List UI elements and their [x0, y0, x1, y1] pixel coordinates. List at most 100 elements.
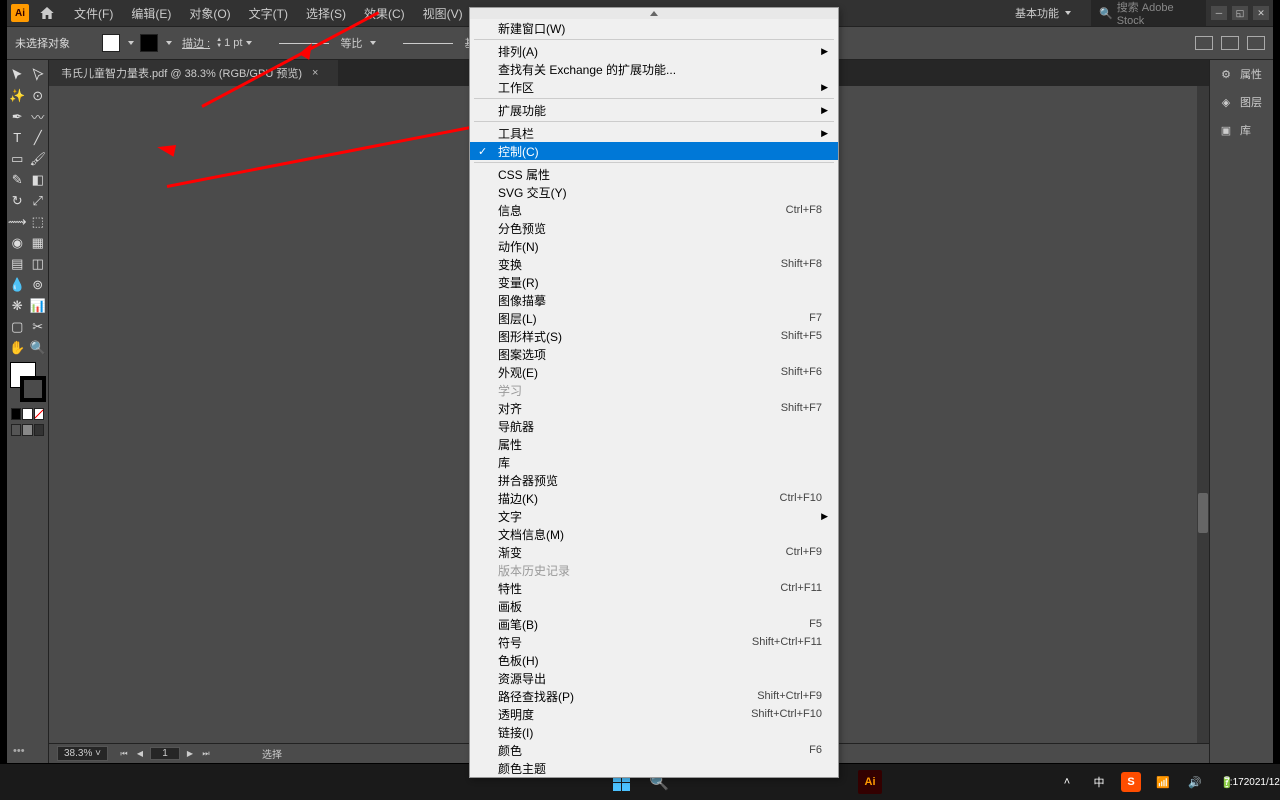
- menu-file[interactable]: 文件(F): [65, 0, 122, 26]
- next-page-icon[interactable]: ▶: [184, 748, 196, 760]
- stroke-label[interactable]: 描边 :: [182, 35, 210, 51]
- toolbox-options[interactable]: •••: [7, 739, 48, 763]
- tray-chevron-icon[interactable]: ˄: [1056, 771, 1078, 793]
- menu-item-B[interactable]: 画笔(B)F5: [470, 615, 838, 633]
- prev-page-icon[interactable]: ◀: [134, 748, 146, 760]
- stroke-swatch[interactable]: [140, 34, 158, 52]
- menu-item-M[interactable]: 文档信息(M): [470, 525, 838, 543]
- zoom-tool[interactable]: 🔍: [28, 337, 49, 358]
- scale-tool[interactable]: ⤢: [28, 190, 49, 211]
- menu-item-[interactable]: 信息Ctrl+F8: [470, 201, 838, 219]
- type-tool[interactable]: T: [7, 127, 28, 148]
- menu-item-W[interactable]: 新建窗口(W): [470, 19, 838, 37]
- menu-item-CSS[interactable]: CSS 属性: [470, 165, 838, 183]
- lasso-tool[interactable]: ⊙: [28, 85, 49, 106]
- menu-item-[interactable]: 分色预览: [470, 219, 838, 237]
- rectangle-tool[interactable]: ▭: [7, 148, 28, 169]
- magic-wand-tool[interactable]: ✨: [7, 85, 28, 106]
- minimize-button[interactable]: ─: [1211, 6, 1227, 20]
- dropdown-scroll-up[interactable]: [470, 8, 838, 19]
- menu-item-[interactable]: 渐变Ctrl+F9: [470, 543, 838, 561]
- hand-tool[interactable]: ✋: [7, 337, 28, 358]
- page-input[interactable]: [150, 747, 180, 760]
- free-transform-tool[interactable]: ⬚: [28, 211, 49, 232]
- menu-item-[interactable]: 符号Shift+Ctrl+F11: [470, 633, 838, 651]
- menu-item-E[interactable]: 外观(E)Shift+F6: [470, 363, 838, 381]
- menu-item-C[interactable]: ✓控制(C): [470, 142, 838, 160]
- color-mode-swatches[interactable]: [7, 406, 48, 422]
- clock[interactable]: 7:172021/12/25: [1248, 771, 1270, 793]
- brush-def[interactable]: [398, 40, 458, 46]
- panel-library[interactable]: ▣库: [1210, 116, 1273, 144]
- menu-view[interactable]: 视图(V): [414, 0, 472, 26]
- mesh-tool[interactable]: ▤: [7, 253, 28, 274]
- fill-stroke-indicator[interactable]: [10, 362, 46, 402]
- home-icon[interactable]: [37, 3, 57, 23]
- menu-item-[interactable]: 对齐Shift+F7: [470, 399, 838, 417]
- menu-item-[interactable]: 工作区▶: [470, 78, 838, 96]
- first-page-icon[interactable]: ⏮: [118, 748, 130, 760]
- menu-item-[interactable]: 导航器: [470, 417, 838, 435]
- menu-item-[interactable]: 画板: [470, 597, 838, 615]
- screen-mode-swatches[interactable]: [7, 422, 48, 438]
- ime-indicator[interactable]: 中: [1088, 771, 1110, 793]
- menu-item-[interactable]: 特性Ctrl+F11: [470, 579, 838, 597]
- menu-item-[interactable]: 库: [470, 453, 838, 471]
- options-icon[interactable]: [1247, 36, 1265, 50]
- fill-swatch[interactable]: [102, 34, 120, 52]
- menu-edit[interactable]: 编辑(E): [122, 0, 180, 26]
- pen-tool[interactable]: ✒: [7, 106, 28, 127]
- stroke-profile[interactable]: [274, 40, 334, 46]
- blend-tool[interactable]: ⊚: [28, 274, 49, 295]
- menu-item-[interactable]: 文字▶: [470, 507, 838, 525]
- selection-tool[interactable]: [7, 64, 28, 85]
- wifi-icon[interactable]: 📶: [1152, 771, 1174, 793]
- menu-item-[interactable]: 透明度Shift+Ctrl+F10: [470, 705, 838, 723]
- panel-properties[interactable]: ⚙属性: [1210, 60, 1273, 88]
- close-tab-icon[interactable]: ×: [312, 67, 318, 79]
- gradient-tool[interactable]: ◫: [28, 253, 49, 274]
- menu-item-R[interactable]: 变量(R): [470, 273, 838, 291]
- shaper-tool[interactable]: ✎: [7, 169, 28, 190]
- menu-item-[interactable]: 资源导出: [470, 669, 838, 687]
- rotate-tool[interactable]: ↻: [7, 190, 28, 211]
- stroke-dropdown[interactable]: [166, 41, 172, 45]
- volume-icon[interactable]: 🔊: [1184, 771, 1206, 793]
- document-tab[interactable]: 韦氏儿童智力量表.pdf @ 38.3% (RGB/GPU 预览)×: [49, 60, 338, 86]
- menu-item-[interactable]: 拼合器预览: [470, 471, 838, 489]
- shape-builder-tool[interactable]: ◉: [7, 232, 28, 253]
- menu-select[interactable]: 选择(S): [297, 0, 355, 26]
- menu-item-[interactable]: 属性: [470, 435, 838, 453]
- zoom-selector[interactable]: 38.3% ˅: [57, 746, 108, 761]
- menu-item-[interactable]: 图案选项: [470, 345, 838, 363]
- menu-type[interactable]: 文字(T): [240, 0, 297, 26]
- align-icon[interactable]: [1221, 36, 1239, 50]
- panel-layers[interactable]: ◈图层: [1210, 88, 1273, 116]
- menu-item-K[interactable]: 描边(K)Ctrl+F10: [470, 489, 838, 507]
- line-tool[interactable]: ╱: [28, 127, 49, 148]
- sogou-icon[interactable]: S: [1120, 771, 1142, 793]
- restore-button[interactable]: ◱: [1232, 6, 1248, 20]
- scroll-thumb[interactable]: [1198, 493, 1208, 533]
- menu-item-[interactable]: 图像描摹: [470, 291, 838, 309]
- menu-item-[interactable]: 颜色主题: [470, 759, 838, 777]
- perspective-tool[interactable]: ▦: [28, 232, 49, 253]
- symbol-sprayer-tool[interactable]: ❋: [7, 295, 28, 316]
- menu-item-[interactable]: 工具栏▶: [470, 124, 838, 142]
- eraser-tool[interactable]: ◧: [28, 169, 49, 190]
- close-button[interactable]: ✕: [1253, 6, 1269, 20]
- menu-item-[interactable]: 颜色F6: [470, 741, 838, 759]
- window-menu-dropdown[interactable]: 新建窗口(W)排列(A)▶查找有关 Exchange 的扩展功能...工作区▶扩…: [469, 7, 839, 778]
- slice-tool[interactable]: ✂: [28, 316, 49, 337]
- workspace-selector[interactable]: 基本功能: [1005, 3, 1081, 23]
- menu-item-S[interactable]: 图形样式(S)Shift+F5: [470, 327, 838, 345]
- brush-tool[interactable]: 🖌: [28, 148, 49, 169]
- menu-item-A[interactable]: 排列(A)▶: [470, 42, 838, 60]
- width-tool[interactable]: ⟿: [7, 211, 28, 232]
- vertical-scrollbar[interactable]: [1197, 86, 1209, 743]
- menu-item-SVGY[interactable]: SVG 交互(Y): [470, 183, 838, 201]
- direct-selection-tool[interactable]: [28, 64, 49, 85]
- graph-tool[interactable]: 📊: [28, 295, 49, 316]
- fill-dropdown[interactable]: [128, 41, 134, 45]
- last-page-icon[interactable]: ⏭: [200, 748, 212, 760]
